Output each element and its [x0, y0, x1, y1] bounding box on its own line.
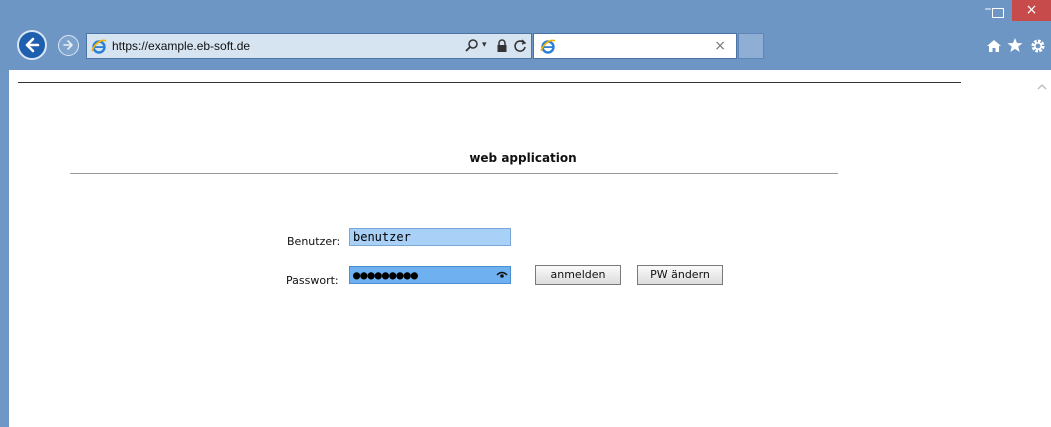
gear-icon[interactable]: [1029, 37, 1047, 55]
internet-explorer-icon: [91, 39, 107, 54]
star-icon[interactable]: [1007, 37, 1023, 53]
address-bar[interactable]: https://example.eb-soft.de ▾: [86, 33, 532, 59]
address-url[interactable]: https://example.eb-soft.de: [112, 39, 250, 53]
password-input[interactable]: ●●●●●●●●●: [349, 266, 511, 284]
change-password-button[interactable]: PW ändern: [637, 265, 723, 285]
search-icon[interactable]: [464, 38, 480, 54]
lock-icon[interactable]: [495, 38, 509, 54]
maximize-button[interactable]: [992, 8, 1004, 18]
tab-active[interactable]: ×: [533, 33, 737, 59]
username-input[interactable]: benutzer: [349, 228, 511, 246]
back-arrow-icon: [25, 37, 40, 53]
window-close-button[interactable]: ×: [1012, 0, 1051, 21]
page-viewport: web application Benutzer: benutzer Passw…: [9, 70, 1051, 427]
home-icon[interactable]: [986, 38, 1002, 54]
forward-arrow-icon: [63, 40, 73, 50]
password-label: Passwort:: [286, 274, 339, 287]
login-button[interactable]: anmelden: [535, 265, 621, 285]
page-title: web application: [469, 151, 577, 165]
back-button[interactable]: [17, 30, 47, 60]
title-divider: [70, 173, 838, 174]
refresh-icon[interactable]: [512, 38, 528, 54]
new-tab-button[interactable]: [738, 33, 764, 59]
forward-button[interactable]: [58, 35, 79, 56]
browser-chrome: https://example.eb-soft.de ▾ × – ×: [0, 0, 1051, 70]
top-divider: [18, 82, 961, 83]
username-label: Benutzer:: [287, 235, 341, 248]
tab-close-icon[interactable]: ×: [714, 38, 726, 54]
scroll-up-icon[interactable]: [1037, 82, 1047, 92]
search-dropdown-icon[interactable]: ▾: [482, 40, 487, 50]
password-reveal-icon[interactable]: [496, 269, 508, 281]
tab-internet-explorer-icon: [540, 39, 556, 54]
